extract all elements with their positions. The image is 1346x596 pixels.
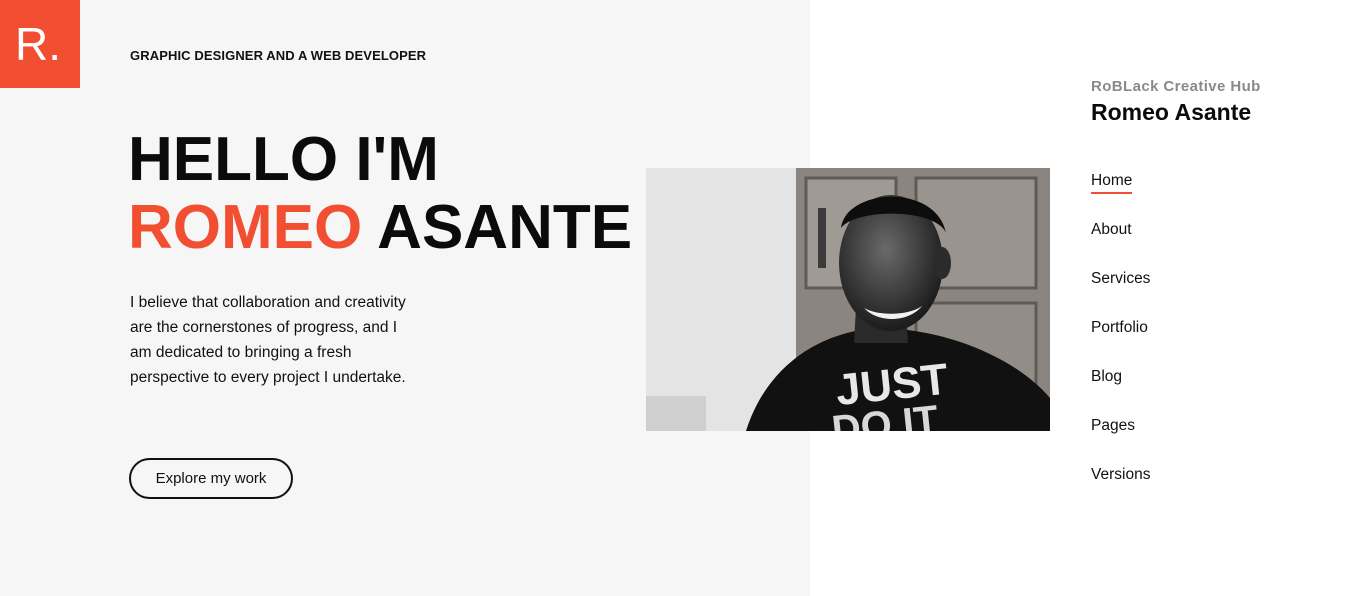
hero-intro: I believe that collaboration and creativ… <box>130 294 406 386</box>
nav-item-label: Versions <box>1091 466 1151 483</box>
headline-first-name: ROMEO <box>128 193 363 262</box>
brand-name: Romeo Asante <box>1091 99 1252 125</box>
brand-subtitle: RoBLack Creative Hub <box>1091 78 1261 95</box>
logo[interactable]: R. <box>0 0 80 88</box>
nav-item-portfolio[interactable]: Portfolio <box>1091 319 1150 368</box>
headline-greeting: HELLO I'M <box>128 125 439 194</box>
nav-item-home[interactable]: Home <box>1091 172 1150 221</box>
nav-item-label: Pages <box>1091 417 1135 434</box>
portrait-photo: JUST DO IT <box>646 168 1050 431</box>
nav-item-versions[interactable]: Versions <box>1091 466 1150 515</box>
nav-item-label: Blog <box>1091 368 1123 385</box>
nav-item-about[interactable]: About <box>1091 221 1150 270</box>
nav-item-label: Portfolio <box>1091 319 1148 336</box>
explore-work-button[interactable]: Explore my work <box>129 458 293 499</box>
nav-item-services[interactable]: Services <box>1091 270 1150 319</box>
nav-item-blog[interactable]: Blog <box>1091 368 1150 417</box>
nav-item-pages[interactable]: Pages <box>1091 417 1150 466</box>
headline-last-name: ASANTE <box>377 193 633 262</box>
hero-headline: HELLO I'M ROMEO ASANTE <box>128 126 632 262</box>
main-nav: Home About Services Portfolio Blog Pages… <box>1091 172 1150 515</box>
nav-item-label: About <box>1091 221 1132 238</box>
nav-item-label: Services <box>1091 270 1151 287</box>
nav-item-label: Home <box>1091 172 1133 194</box>
hero-tagline: GRAPHIC DESIGNER AND A WEB DEVELOPER <box>130 48 427 63</box>
